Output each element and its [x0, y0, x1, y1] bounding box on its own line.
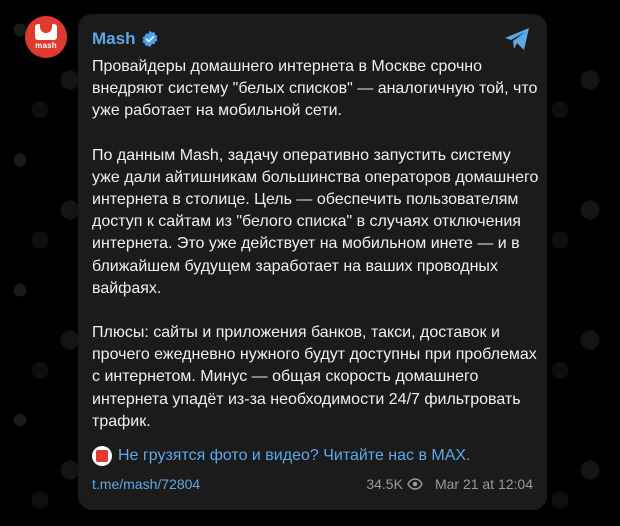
avatar-logo-text: mash	[35, 41, 57, 50]
post-link[interactable]: t.me/mash/72804	[92, 476, 200, 492]
view-count-value: 34.5K	[366, 476, 403, 492]
mash-logo-icon	[35, 24, 57, 40]
message-paragraph: Плюсы: сайты и приложения банков, такси,…	[92, 324, 537, 430]
post-timestamp: Mar 21 at 12:04	[434, 476, 533, 492]
channel-name[interactable]: Mash	[92, 29, 135, 49]
telegram-share-icon[interactable]	[503, 26, 531, 52]
channel-avatar[interactable]: mash	[25, 16, 67, 58]
message-footer: t.me/mash/72804 34.5K Mar 21 at 12:04	[92, 475, 533, 493]
promo-link[interactable]: Не грузятся фото и видео? Читайте нас в …	[118, 447, 471, 465]
message-paragraph: Провайдеры домашнего интернета в Москве …	[92, 58, 538, 120]
verified-icon	[143, 30, 158, 48]
message-card: Mash Провайдеры домашнего интернета в Мо…	[78, 14, 547, 510]
view-count: 34.5K	[366, 476, 423, 492]
promo-line: Не грузятся фото и видео? Читайте нас в …	[92, 446, 471, 466]
eye-icon	[407, 478, 423, 490]
message-paragraph: По данным Mash, задачу оперативно запуст…	[92, 146, 539, 297]
message-text: Провайдеры домашнего интернета в Москве …	[92, 56, 542, 455]
message-header: Mash	[92, 29, 159, 49]
mash-logo-icon	[92, 446, 112, 466]
